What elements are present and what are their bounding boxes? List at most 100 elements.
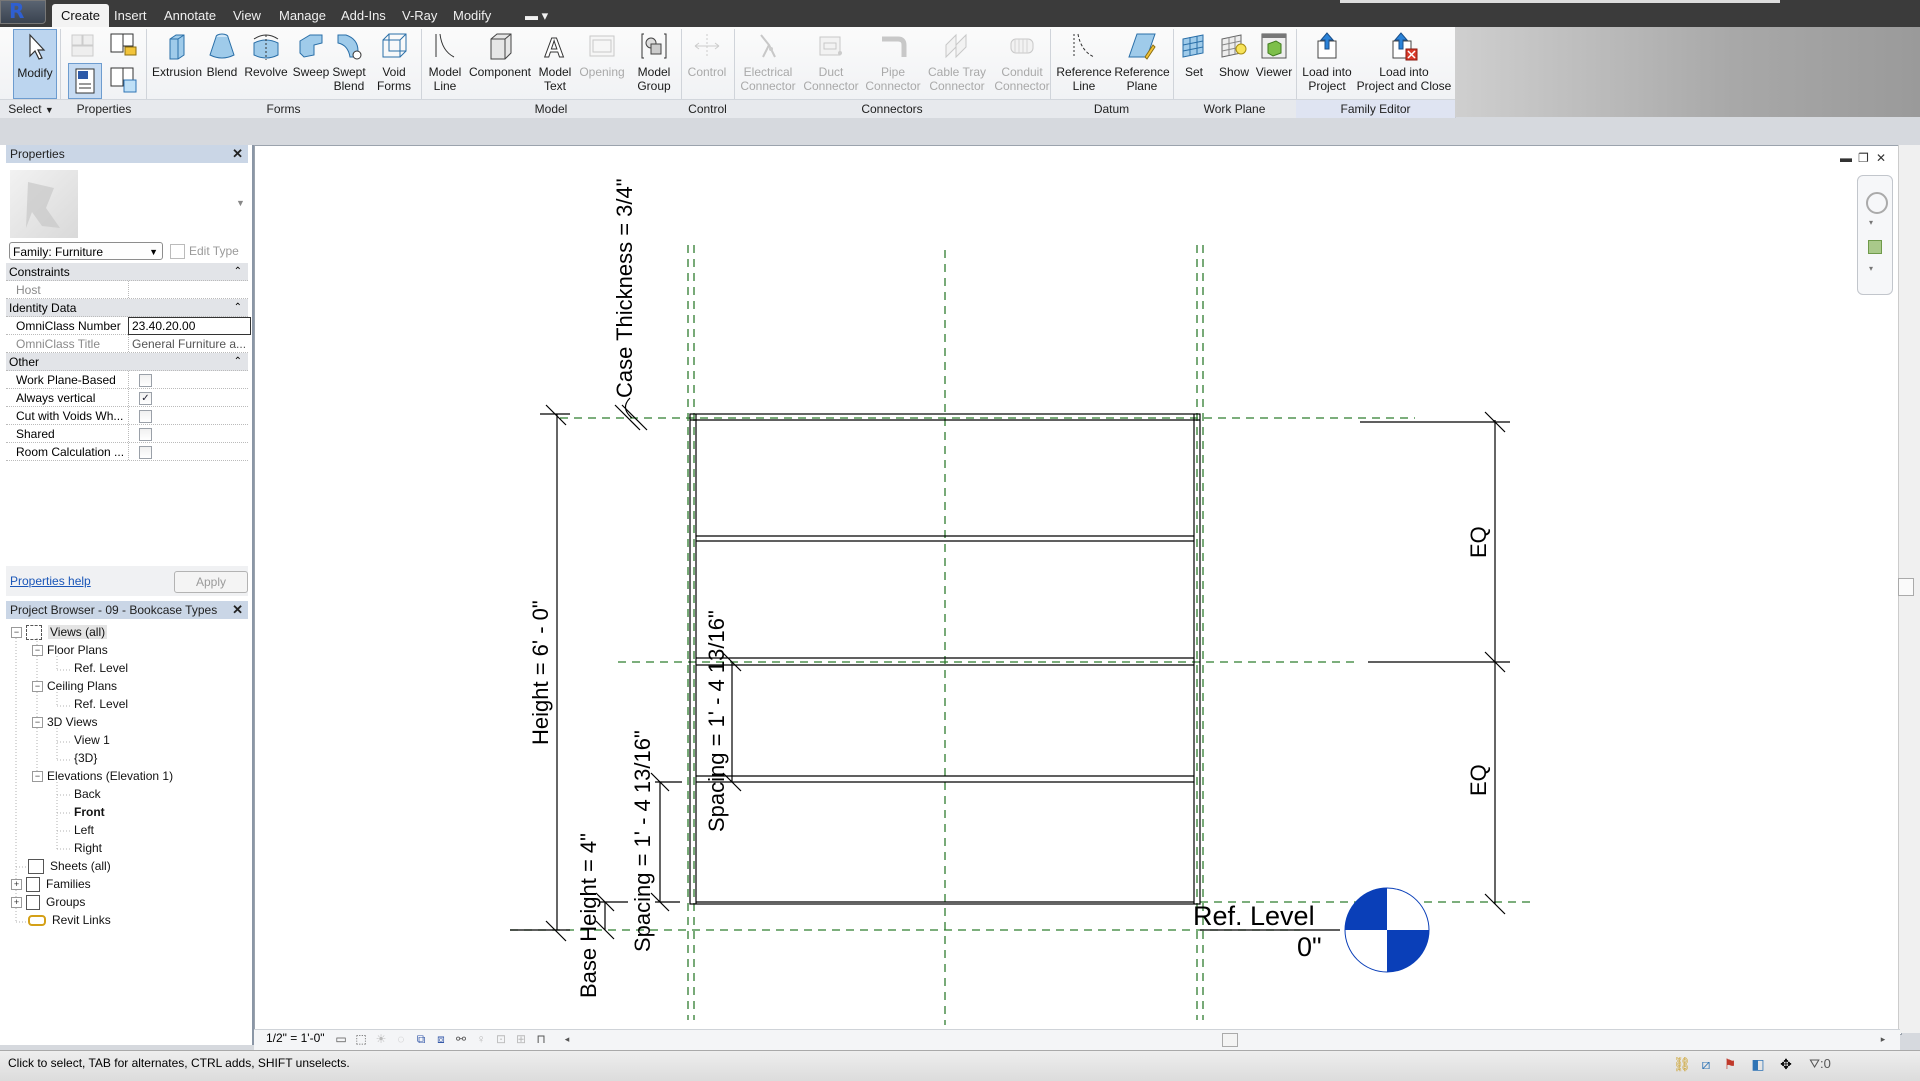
tree-item-families[interactable]: + Families (11, 875, 91, 893)
tab-create[interactable]: Create (52, 4, 110, 27)
tree-item-floor-plans[interactable]: − Floor Plans (32, 641, 108, 659)
tree-item-ceiling-plans[interactable]: − Ceiling Plans (32, 677, 117, 695)
tree-item-elevations[interactable]: − Elevations (Elevation 1) (32, 767, 173, 785)
vertical-scrollbar-thumb[interactable] (1898, 578, 1914, 596)
tab-modify[interactable]: Modify (444, 4, 500, 27)
select-underlay-icon[interactable]: ⧄ (1696, 1054, 1716, 1074)
extrusion-button[interactable]: Extrusion (150, 29, 204, 97)
sun-path-icon[interactable]: ☀ (374, 1032, 388, 1046)
close-project-browser-icon[interactable]: ✕ (232, 601, 243, 619)
component-button[interactable]: Component (468, 29, 532, 97)
control-button[interactable]: Control (684, 29, 730, 97)
section-other[interactable]: Other ⌃ (6, 353, 248, 371)
shared-checkbox[interactable] (139, 428, 152, 441)
crop-view-icon[interactable]: ⧉ (414, 1032, 428, 1046)
family-selector[interactable]: Family: Furniture ▼ (9, 242, 163, 260)
tree-item-front[interactable]: Front (74, 803, 105, 821)
zoom-region-icon[interactable] (1868, 240, 1882, 254)
reference-plane-button[interactable]: Reference Plane (1114, 29, 1170, 97)
work-plane-based-checkbox[interactable] (139, 374, 152, 387)
model-text-button[interactable]: A Model Text (534, 29, 576, 97)
tree-item-floor-plan-ref-level[interactable]: Ref. Level (74, 659, 128, 677)
constraints-icon[interactable]: ⊓ (534, 1032, 548, 1046)
properties-button[interactable] (68, 63, 102, 99)
room-calculation-checkbox[interactable] (139, 446, 152, 459)
filter-count[interactable]: ⛛:0 (1800, 1054, 1840, 1074)
select-links-icon[interactable]: ⛓ (1672, 1054, 1692, 1074)
void-forms-button[interactable]: Void Forms (374, 29, 414, 97)
chevron-down-icon[interactable]: ▾ (1869, 218, 1873, 227)
tree-item-3d-views[interactable]: −3D Views (32, 713, 97, 731)
duct-connector-button[interactable]: Duct Connector (800, 29, 862, 97)
reference-line-button[interactable]: Reference Line (1054, 29, 1114, 97)
collapse-icon[interactable]: − (11, 627, 22, 639)
revolve-button[interactable]: Revolve (243, 29, 289, 97)
tree-item-sheets[interactable]: Sheets (all) (28, 857, 111, 875)
expand-icon[interactable]: + (11, 897, 22, 909)
view-restore-icon[interactable]: ❐ (1858, 151, 1869, 165)
show-work-plane-button[interactable]: Show (1214, 29, 1254, 97)
tree-item-views-all[interactable]: − Views (all) (11, 623, 108, 641)
tree-item-right[interactable]: Right (74, 839, 102, 857)
type-properties-button[interactable] (106, 63, 140, 97)
properties-help-link[interactable]: Properties help (10, 574, 91, 588)
tree-item-left[interactable]: Left (74, 821, 94, 839)
collapse-icon[interactable]: − (32, 645, 43, 657)
family-types-button[interactable] (106, 29, 140, 59)
steering-wheel-2d-icon[interactable] (1866, 192, 1888, 214)
always-vertical-checkbox[interactable]: ✓ (139, 392, 152, 405)
tab-annotate[interactable]: Annotate (155, 4, 225, 27)
show-crop-region-icon[interactable]: ⧈ (434, 1032, 448, 1046)
select-by-face-icon[interactable]: ◧ (1748, 1054, 1768, 1074)
temporary-hide-isolate-icon[interactable]: ⚯ (454, 1032, 468, 1046)
electrical-connector-button[interactable]: Electrical Connector (737, 29, 799, 97)
viewer-button[interactable]: Viewer (1254, 29, 1294, 97)
swept-blend-button[interactable]: Swept Blend (331, 29, 367, 97)
model-line-button[interactable]: Model Line (424, 29, 466, 97)
horizontal-scrollbar-thumb[interactable] (1222, 1033, 1238, 1047)
tree-item-back[interactable]: Back (74, 785, 101, 803)
tree-item-ceiling-plan-ref-level[interactable]: Ref. Level (74, 695, 128, 713)
omniclass-number-input[interactable]: 23.40.20.00 (128, 317, 251, 335)
section-identity-data[interactable]: Identity Data ⌃ (6, 299, 248, 317)
load-into-project-button[interactable]: Load into Project (1298, 29, 1356, 97)
tab-view[interactable]: View (224, 4, 270, 27)
blend-button[interactable]: Blend (204, 29, 240, 97)
analytical-model-icon[interactable]: ⊞ (514, 1032, 528, 1046)
collapse-icon[interactable]: − (32, 681, 43, 693)
select-pinned-icon[interactable]: ⚑ (1720, 1054, 1740, 1074)
ribbon-minimize-toggle[interactable]: ▬ ▾ (516, 4, 557, 27)
type-selector-dropdown-icon[interactable]: ▼ (236, 198, 245, 208)
view-scale[interactable]: 1/2" = 1'-0" (266, 1031, 325, 1045)
section-constraints[interactable]: Constraints ⌃ (6, 263, 248, 281)
opening-button[interactable]: Opening (578, 29, 626, 97)
visual-style-icon[interactable]: ⬚ (354, 1032, 368, 1046)
tree-item-3d[interactable]: {3D} (74, 749, 97, 767)
scroll-left-icon[interactable]: ◂ (560, 1032, 574, 1046)
sweep-button[interactable]: Sweep (290, 29, 332, 97)
drag-on-selection-icon[interactable]: ✥ (1776, 1054, 1796, 1074)
temp-view-properties-icon[interactable]: ⊡ (494, 1032, 508, 1046)
tab-v-ray[interactable]: V-Ray (393, 4, 446, 27)
drawing-canvas[interactable] (254, 145, 1902, 1035)
model-group-button[interactable]: Model Group (632, 29, 676, 97)
tab-manage[interactable]: Manage (270, 4, 335, 27)
set-work-plane-button[interactable]: Set (1176, 29, 1212, 97)
tab-add-ins[interactable]: Add-Ins (332, 4, 395, 27)
tab-insert[interactable]: Insert (105, 4, 156, 27)
apply-button[interactable]: Apply (174, 571, 248, 593)
shadows-icon[interactable]: ◌ (394, 1032, 408, 1046)
collapse-icon[interactable]: − (32, 771, 43, 783)
tree-item-view-1[interactable]: View 1 (74, 731, 110, 749)
chevron-down-icon[interactable]: ▾ (1869, 264, 1873, 273)
modify-button[interactable]: Modify (13, 29, 57, 99)
collapse-icon[interactable]: − (32, 717, 43, 729)
expand-icon[interactable]: + (11, 879, 22, 891)
cut-with-voids-checkbox[interactable] (139, 410, 152, 423)
application-menu-button[interactable]: R (0, 0, 46, 24)
close-properties-icon[interactable]: ✕ (232, 145, 243, 163)
scroll-right-icon[interactable]: ▸ (1876, 1032, 1890, 1046)
edit-type-button[interactable]: Edit Type (170, 242, 239, 260)
tree-item-revit-links[interactable]: Revit Links (28, 911, 111, 929)
family-category-button[interactable] (66, 29, 98, 59)
